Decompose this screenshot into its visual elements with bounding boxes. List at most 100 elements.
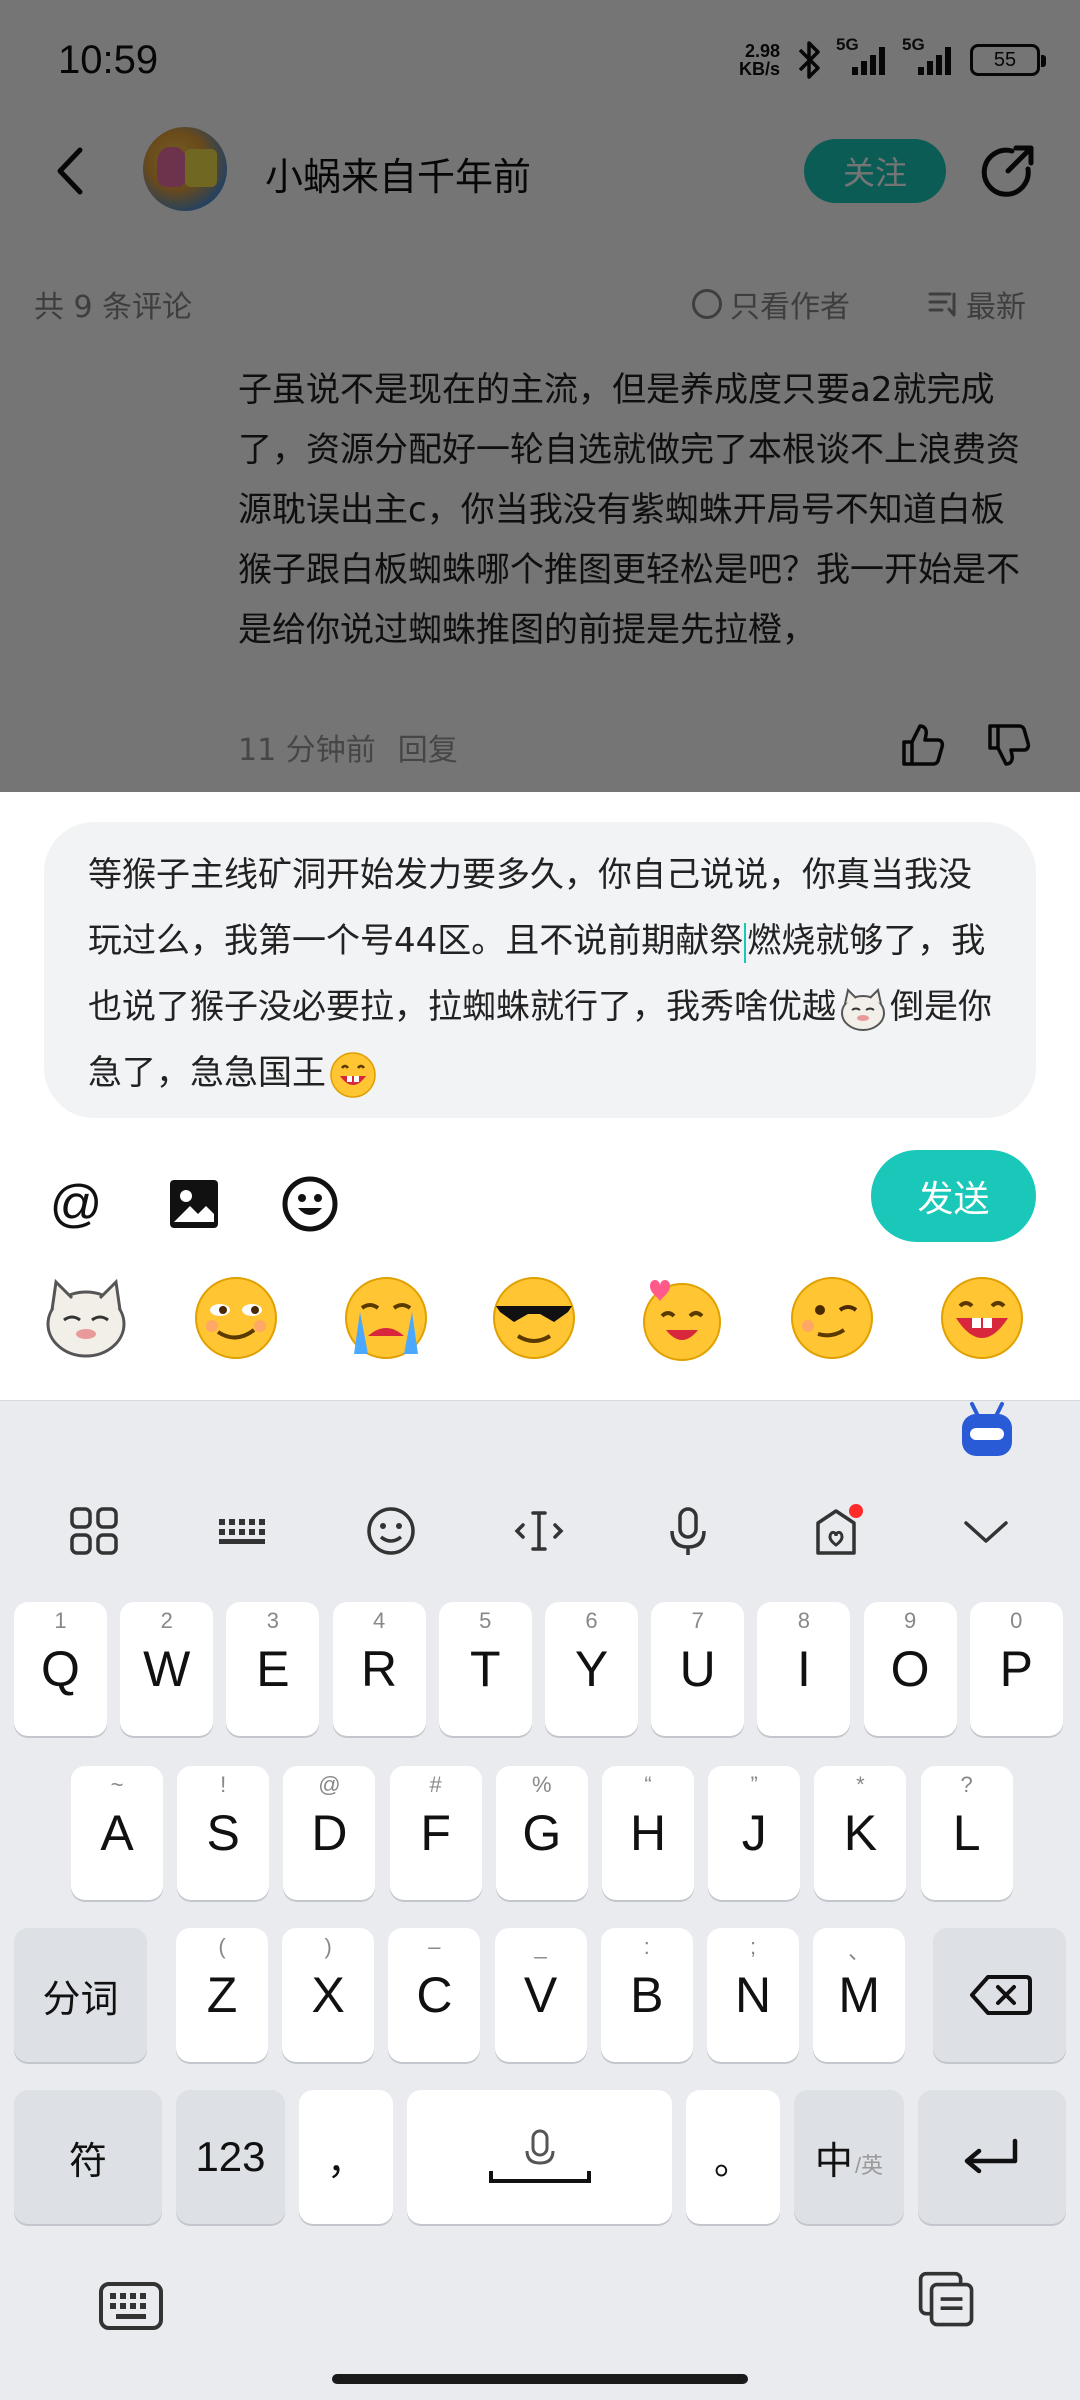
key-hint: 8 (797, 1608, 811, 1633)
key-hint: : (643, 1934, 650, 1959)
key-q[interactable]: 1Q (14, 1602, 107, 1736)
ai-assistant-icon[interactable] (958, 1400, 1016, 1460)
send-button[interactable]: 发送 (871, 1150, 1036, 1242)
key-i[interactable]: 8I (757, 1602, 851, 1736)
network-speed: 2.98 KB/s (739, 42, 780, 78)
comment-input-sheet: 等猴子主线矿洞开始发力要多久，你自己说说，你真当我没玩过么，我第一个号44区。且… (0, 792, 1080, 1400)
key-label: K (843, 1805, 878, 1861)
key-n[interactable]: ; N (707, 1928, 799, 2062)
key-z[interactable]: (Z (176, 1928, 268, 2062)
key-x[interactable]: ) X (282, 1928, 375, 2062)
status-icons: 2.98 KB/s 5G 5G 55 (739, 35, 1046, 80)
fenci-key[interactable]: 分词 (14, 1928, 147, 2062)
key-label: F (420, 1805, 451, 1861)
key-hint: ” (750, 1772, 758, 1797)
sunglasses-emoji-icon[interactable] (488, 1272, 580, 1364)
space-key[interactable] (407, 2090, 672, 2224)
key-a[interactable]: ~ A (71, 1766, 163, 1900)
key-hint: * (856, 1772, 865, 1797)
microphone-icon[interactable] (660, 1503, 716, 1559)
key-hint: ~ (110, 1772, 124, 1797)
key-r[interactable]: 4R (332, 1602, 426, 1736)
key-hint: _ (534, 1934, 547, 1959)
key-d[interactable]: @ D (283, 1766, 376, 1900)
key-label: I (796, 1641, 811, 1697)
language-switch-key[interactable]: 中/英 (794, 2090, 904, 2224)
smirk-emoji-icon[interactable] (190, 1272, 282, 1364)
crying-emoji-icon[interactable] (340, 1272, 432, 1364)
key-label: G (522, 1805, 562, 1861)
heart-emoji-icon[interactable] (636, 1272, 728, 1364)
backspace-key[interactable] (933, 1928, 1066, 2062)
enter-key[interactable] (918, 2090, 1066, 2224)
menu-grid-icon[interactable] (66, 1503, 122, 1559)
key-o[interactable]: 9O (863, 1602, 957, 1736)
backspace-icon (969, 1975, 1032, 2015)
key-s[interactable]: ! S (177, 1766, 270, 1900)
clipboard-icon[interactable] (914, 2270, 980, 2330)
home-indicator[interactable] (332, 2374, 748, 2384)
image-icon[interactable] (164, 1174, 224, 1234)
smiley-icon[interactable] (363, 1503, 419, 1559)
comma-key[interactable]: ， (299, 2090, 393, 2224)
key-g[interactable]: % G (495, 1766, 588, 1900)
period-key[interactable]: 。 (686, 2090, 780, 2224)
key-hint: ; (749, 1934, 757, 1959)
key-f[interactable]: # F (389, 1766, 482, 1900)
signal-sim1-icon: 5G (836, 35, 892, 75)
key-w[interactable]: 2W (120, 1602, 214, 1736)
thumbs-down-icon[interactable] (986, 722, 1032, 768)
key-label: X (311, 1967, 345, 2023)
comment-count: 共 9 条评论 (34, 290, 193, 325)
symbol-key[interactable]: 符 (14, 2090, 162, 2224)
key-k[interactable]: * K (814, 1766, 907, 1900)
key-y[interactable]: 6Y (545, 1602, 638, 1736)
share-icon[interactable] (978, 143, 1036, 201)
keyboard-switch-icon[interactable] (98, 2276, 164, 2336)
key-label: L (952, 1805, 981, 1861)
key-u[interactable]: 7U (651, 1602, 745, 1736)
key-b[interactable]: :B (600, 1928, 693, 2062)
only-author-toggle[interactable]: 只看作者 (692, 282, 850, 326)
key-m[interactable]: 、 M (813, 1928, 906, 2062)
key-label: A (100, 1805, 134, 1861)
emoji-icon[interactable] (280, 1174, 340, 1234)
number-key[interactable]: 123 (176, 2090, 285, 2224)
keyboard-layout-icon[interactable] (215, 1503, 271, 1559)
key-hint: 9 (903, 1608, 917, 1633)
comment-input-field[interactable]: 等猴子主线矿洞开始发力要多久，你自己说说，你真当我没玩过么，我第一个号44区。且… (44, 822, 1036, 1118)
mention-icon[interactable]: @ (46, 1174, 106, 1234)
sort-button[interactable]: 最新 (928, 282, 1026, 326)
key-label: E (256, 1641, 290, 1697)
key-label: M (838, 1967, 881, 2023)
shop-bag-icon[interactable] (808, 1503, 864, 1559)
user-avatar[interactable] (143, 127, 227, 211)
key-t[interactable]: 5T (438, 1602, 532, 1736)
key-e[interactable]: 3E (226, 1602, 320, 1736)
key-p[interactable]: 0P (969, 1602, 1063, 1736)
key-label: R (361, 1641, 398, 1697)
cursor-move-icon[interactable] (511, 1503, 567, 1559)
cat-sticker-icon[interactable] (40, 1272, 132, 1364)
key-h[interactable]: “H (602, 1766, 694, 1900)
key-c[interactable]: – C (388, 1928, 481, 2062)
key-label: Z (206, 1967, 238, 2023)
voice-space-icon (488, 2129, 591, 2183)
grin-emoji-icon (330, 1051, 376, 1098)
key-j[interactable]: ” J (708, 1766, 801, 1900)
reply-link[interactable]: 回复 (398, 725, 458, 769)
key-label: D (311, 1805, 348, 1861)
key-label: U (679, 1641, 716, 1697)
collapse-keyboard-icon[interactable] (958, 1503, 1014, 1559)
thumbs-up-icon[interactable] (900, 722, 946, 768)
emoji-quick-row (0, 1272, 1080, 1382)
key-l[interactable]: ? L (920, 1766, 1013, 1900)
key-hint: 1 (54, 1608, 67, 1633)
key-v[interactable]: _ V (494, 1928, 587, 2062)
key-hint: ( (218, 1934, 226, 1959)
username[interactable]: 小蜗来自千年前 (265, 146, 531, 201)
follow-button[interactable]: 关注 (804, 139, 946, 203)
grin-teeth-emoji-icon[interactable] (936, 1272, 1028, 1364)
back-arrow-icon[interactable] (48, 144, 98, 198)
wink-emoji-icon[interactable] (786, 1272, 878, 1364)
